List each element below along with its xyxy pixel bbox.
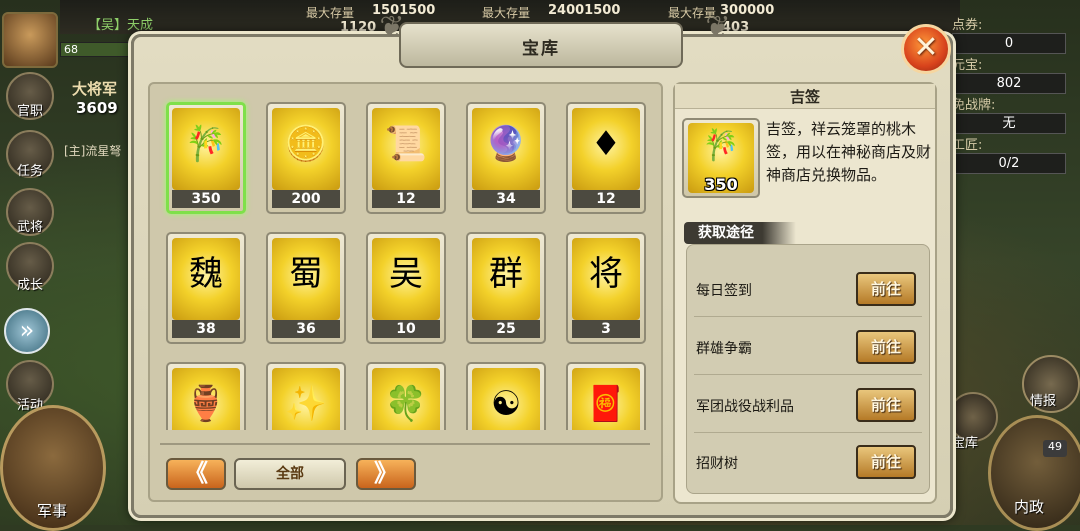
expand-menu-button[interactable]: » — [4, 308, 50, 354]
item-slot[interactable]: 📜 12 — [366, 102, 446, 214]
next-page-button[interactable]: 》 — [356, 458, 416, 490]
craftsman-label: 工匠: — [952, 138, 983, 153]
treasury-side-label: 宝库 — [952, 436, 979, 451]
item-count: 350 — [172, 190, 240, 208]
item-slot[interactable]: 🏺 — [166, 362, 246, 430]
right-stats: 点券: 0 元宝: 802 免战牌: 无 工匠: 0/2 — [952, 14, 1072, 174]
chat-line[interactable]: [主]流星弩 — [64, 142, 121, 159]
go-button-daily-signin[interactable]: 前往 — [856, 272, 916, 306]
wu-orb-icon: 吴 — [389, 254, 423, 294]
general-token-icon: 将 — [589, 254, 623, 294]
truce-value: 无 — [952, 113, 1066, 134]
chevron-left-icon: 《 — [184, 459, 208, 487]
qun-orb-icon: 群 — [489, 254, 523, 294]
item-count: 10 — [372, 320, 440, 338]
generals-label: 武将 — [16, 220, 43, 235]
craftsman-value: 0/2 — [952, 153, 1066, 174]
scroll-icon: 📜 — [384, 124, 428, 164]
resource-cap-label-1: 最大存量 — [306, 6, 355, 20]
source-label: 群雄争霸 — [696, 341, 752, 357]
red-bag-icon: 🧧 — [584, 384, 628, 424]
bamboo-slip-icon: 🎋 — [184, 124, 228, 164]
chevron-right-icon: 》 — [374, 459, 398, 487]
prev-page-button[interactable]: 《 — [166, 458, 226, 490]
item-count: 25 — [472, 320, 540, 338]
source-row: 军团战役战利品 前往 — [686, 376, 930, 433]
item-count: 38 — [172, 320, 240, 338]
close-button[interactable]: ✕ — [901, 24, 951, 74]
bamboo-slip-icon: 🎋 — [702, 128, 740, 163]
source-label: 军团战役战利品 — [696, 399, 794, 415]
quest-label: 任务 — [16, 164, 43, 179]
purple-gem-icon: 🔮 — [484, 124, 528, 164]
resource-cap-value-2: 24001500 — [548, 3, 621, 18]
source-row: 群雄争霸 前往 — [686, 318, 930, 375]
cauldron-icon: 🏺 — [184, 384, 228, 424]
right-dragon-ornament: ❦ — [705, 10, 731, 45]
growth-label: 成长 — [16, 278, 43, 293]
source-row: 招财树 前往 — [686, 433, 930, 490]
item-slot[interactable]: 群 25 — [466, 232, 546, 344]
source-heading: 获取途径 — [684, 222, 796, 244]
close-icon: ✕ — [913, 30, 939, 65]
double-chevron-right-icon: » — [19, 316, 35, 344]
item-count: 3 — [572, 320, 640, 338]
player-name: 【吴】天成 — [88, 18, 154, 33]
source-row: 每日签到 前往 — [686, 260, 930, 317]
wei-orb-icon: 魏 — [189, 254, 223, 294]
item-slot[interactable]: 🔮 34 — [466, 102, 546, 214]
detail-item-count: 350 — [704, 175, 738, 194]
item-count: 12 — [372, 190, 440, 208]
affairs-label: 内政 — [1014, 498, 1045, 516]
item-slot[interactable]: 🧧 — [566, 362, 646, 430]
detail-item-name: 吉签 — [789, 88, 820, 106]
row-divider — [694, 374, 922, 375]
office-label: 官职 — [16, 104, 43, 119]
power-value: 3609 — [76, 99, 118, 117]
item-slot[interactable]: ♦ 12 — [566, 102, 646, 214]
item-slot[interactable]: ✨ — [266, 362, 346, 430]
item-count: 36 — [272, 320, 340, 338]
row-divider — [694, 316, 922, 317]
player-avatar[interactable] — [2, 12, 58, 68]
military-label: 军事 — [36, 502, 67, 520]
grid-divider — [160, 443, 650, 445]
rank-label: 大将军 — [72, 80, 118, 98]
item-slot[interactable]: 🪙 200 — [266, 102, 346, 214]
coupon-value: 0 — [952, 33, 1066, 54]
item-slot[interactable]: ☯ — [466, 362, 546, 430]
item-slot[interactable]: 魏 38 — [166, 232, 246, 344]
item-count: 12 — [572, 190, 640, 208]
go-button-money-tree[interactable]: 前往 — [856, 445, 916, 479]
item-count: 34 — [472, 190, 540, 208]
red-gem-icon: ♦ — [590, 124, 622, 164]
detail-description: 吉签，祥云笼罩的桃木签，用以在神秘商店及财神商店兑换物品。 — [766, 120, 932, 184]
yin-yang-icon: ☯ — [490, 384, 522, 424]
source-label: 招财树 — [696, 456, 738, 472]
jade-icon: 🍀 — [384, 384, 428, 424]
go-button-hero-contest[interactable]: 前往 — [856, 330, 916, 364]
resource-cap-label-2: 最大存量 — [482, 6, 531, 20]
powder-icon: ✨ — [284, 384, 328, 424]
item-slot[interactable]: 🎋 350 — [166, 102, 246, 214]
intel-label: 情报 — [1030, 394, 1057, 409]
go-button-legion-battle[interactable]: 前往 — [856, 388, 916, 422]
source-label: 每日签到 — [696, 283, 752, 299]
item-slot[interactable]: 吴 10 — [366, 232, 446, 344]
yuanbao-label: 元宝: — [952, 58, 983, 73]
dialog-title: 宝库 — [522, 39, 560, 59]
item-slot[interactable]: 蜀 36 — [266, 232, 346, 344]
item-slot[interactable]: 🍀 — [366, 362, 446, 430]
filter-all-button[interactable]: 全部 — [234, 458, 346, 490]
yuanbao-value: 802 — [952, 73, 1066, 94]
item-slot[interactable]: 将3 — [566, 232, 646, 344]
player-level: 68 — [60, 42, 130, 57]
truce-label: 免战牌: — [952, 98, 996, 113]
shu-orb-icon: 蜀 — [289, 254, 323, 294]
gold-bars-icon: 🪙 — [284, 124, 328, 164]
item-count: 200 — [272, 190, 340, 208]
coupon-label: 点券: — [952, 18, 983, 33]
affairs-badge: 49 — [1043, 440, 1067, 457]
